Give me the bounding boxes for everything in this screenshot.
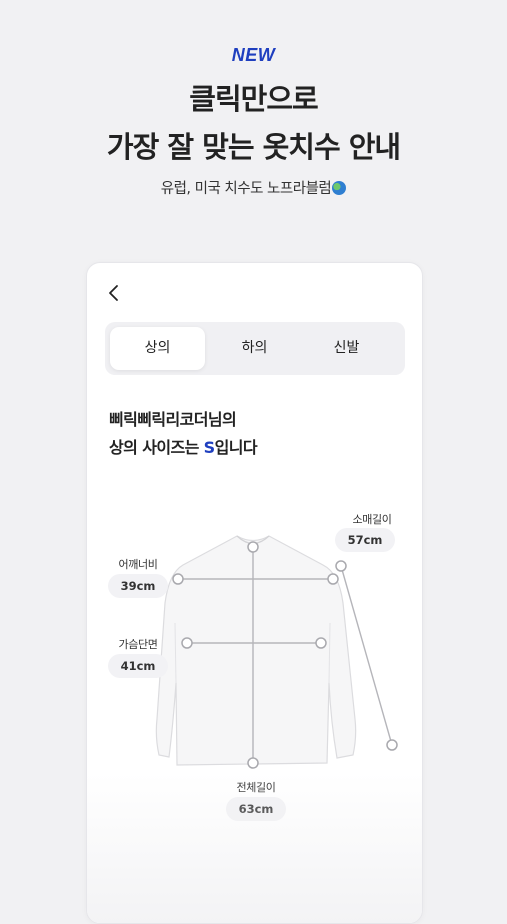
category-tabs: 상의 하의 신발 [105, 322, 405, 375]
total-length-label: 전체길이 [236, 781, 276, 794]
back-arrow-icon[interactable] [104, 283, 124, 303]
total-length-value: 63cm [226, 797, 286, 821]
headline-line-2: 가장 잘 맞는 옷치수 안내 [106, 130, 401, 164]
sleeve-length-value: 57cm [335, 528, 395, 552]
subtitle-text: 유럽, 미국 치수도 노프라블럼 [160, 181, 332, 197]
new-badge: NEW [231, 45, 276, 65]
size-result-message: 삐릭삐릭리코더님의 상의 사이즈는 S입니다 [109, 406, 258, 462]
shoulder-width-value: 39cm [108, 574, 168, 598]
message-line-2: 상의 사이즈는 S입니다 [109, 434, 258, 462]
chest-width-label: 가슴단면 [118, 638, 158, 651]
shirt-illustration [155, 535, 357, 766]
tab-shoes[interactable]: 신발 [299, 327, 394, 370]
shoulder-width-label: 어깨너비 [118, 558, 158, 571]
sleeve-length-label: 소매길이 [352, 513, 392, 526]
globe-icon [332, 181, 347, 195]
subtitle: 유럽, 미국 치수도 노프라블럼 [0, 177, 507, 198]
tab-bottom[interactable]: 하의 [207, 327, 302, 370]
message-suffix: 입니다 [214, 438, 258, 457]
size-value: S [203, 438, 216, 457]
chest-width-value: 41cm [108, 654, 168, 678]
message-line-1: 삐릭삐릭리코더님의 [109, 410, 237, 429]
size-guide-card: 상의 하의 신발 삐릭삐릭리코더님의 상의 사이즈는 S입니다 소매길이 57c… [86, 262, 423, 924]
headline-line-1: 클릭만으로 [189, 82, 318, 116]
tab-top[interactable]: 상의 [110, 327, 205, 370]
message-prefix: 상의 사이즈는 [109, 438, 204, 457]
